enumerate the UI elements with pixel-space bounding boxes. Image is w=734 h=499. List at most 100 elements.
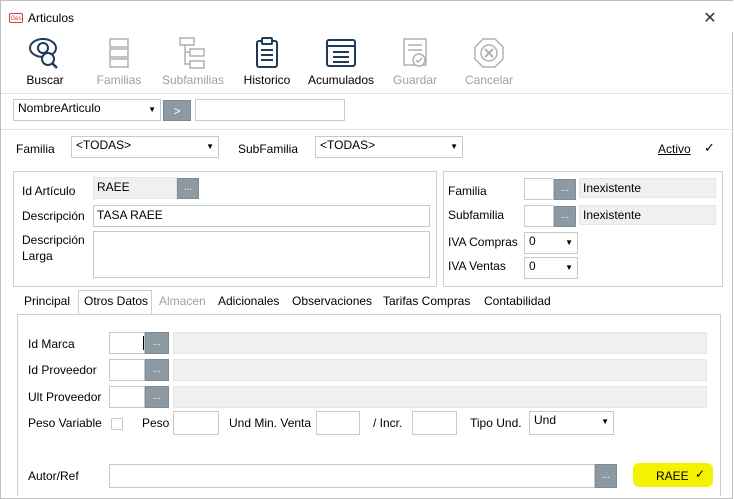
- buscar-button[interactable]: Buscar: [19, 33, 71, 89]
- und-min-venta-input[interactable]: [316, 411, 360, 435]
- chevron-down-icon: ▼: [565, 263, 573, 272]
- familia-filter-select[interactable]: <TODAS> ▼: [71, 136, 219, 158]
- iva-ventas-label: IVA Ventas: [448, 259, 506, 273]
- hierarchy-icon: [179, 37, 205, 69]
- subfamilias-button[interactable]: Subfamilias: [157, 33, 229, 89]
- search-field-select[interactable]: NombreArticulo ▼: [13, 99, 161, 121]
- tab-observaciones[interactable]: Observaciones: [292, 294, 372, 308]
- folders-icon: [109, 38, 129, 68]
- subfamilia-filter-value: <TODAS>: [320, 138, 376, 152]
- buscar-label: Buscar: [26, 73, 64, 87]
- id-proveedor-label: Id Proveedor: [28, 363, 97, 377]
- autor-ref-input[interactable]: [109, 464, 595, 488]
- tab-otros-datos[interactable]: Otros Datos: [84, 294, 148, 308]
- incr-label: / Incr.: [373, 416, 403, 430]
- search-input[interactable]: [195, 99, 345, 121]
- id-marca-label: Id Marca: [28, 337, 75, 351]
- subfamilias-label: Subfamilias: [161, 73, 225, 87]
- subfamilia-filter-label: SubFamilia: [238, 142, 299, 156]
- chevron-down-icon: ▼: [565, 238, 573, 247]
- id-articulo-lookup-button[interactable]: ...: [177, 178, 199, 199]
- peso-variable-checkbox[interactable]: [111, 418, 123, 430]
- iva-ventas-select[interactable]: 0 ▼: [524, 257, 578, 279]
- historico-button[interactable]: Historico: [239, 33, 295, 89]
- tab-almacen[interactable]: Almacen: [159, 294, 206, 308]
- familias-button[interactable]: Familias: [91, 33, 147, 89]
- iva-compras-select[interactable]: 0 ▼: [524, 232, 578, 254]
- acumulados-button[interactable]: Acumulados: [305, 33, 377, 89]
- cancelar-label: Cancelar: [464, 73, 514, 87]
- familia-filter-value: <TODAS>: [76, 138, 132, 152]
- autor-ref-lookup-button[interactable]: ...: [595, 464, 617, 488]
- guardar-label: Guardar: [392, 73, 438, 87]
- id-proveedor-name: [173, 359, 707, 381]
- window-title: Articulos: [28, 11, 75, 25]
- app-icon: Ges: [9, 13, 23, 23]
- raee-label: RAEE: [656, 469, 689, 483]
- descripcion-larga-label-2: Larga: [22, 249, 53, 263]
- autor-ref-label: Autor/Ref: [28, 469, 79, 483]
- table-list-icon: [326, 39, 356, 67]
- search-divider: [1, 129, 734, 130]
- ult-proveedor-name: [173, 386, 707, 408]
- tab-tarifas-compras[interactable]: Tarifas Compras: [383, 294, 470, 308]
- close-icon[interactable]: ✕: [700, 10, 720, 30]
- tipo-und-value: Und: [534, 413, 557, 427]
- activo-label: Activo: [658, 142, 691, 156]
- right-familia-name: Inexistente: [579, 178, 716, 198]
- incr-input[interactable]: [412, 411, 457, 435]
- save-document-icon: [403, 38, 427, 67]
- right-subfamilia-name: Inexistente: [579, 205, 716, 225]
- raee-checkbox[interactable]: ✓: [695, 467, 705, 481]
- id-proveedor-lookup-button[interactable]: ...: [145, 359, 169, 381]
- chevron-down-icon: ▼: [601, 417, 609, 426]
- descripcion-input[interactable]: TASA RAEE: [93, 205, 430, 227]
- tab-adicionales[interactable]: Adicionales: [218, 294, 279, 308]
- cancelar-button[interactable]: Cancelar: [459, 33, 519, 89]
- right-subfamilia-input[interactable]: [524, 205, 554, 227]
- id-proveedor-input[interactable]: [109, 359, 145, 381]
- guardar-button[interactable]: Guardar: [387, 33, 443, 89]
- title-bar: Ges Articulos ✕: [1, 1, 734, 32]
- clipboard-icon: [256, 37, 278, 68]
- acumulados-label: Acumulados: [307, 73, 375, 87]
- peso-label: Peso: [142, 416, 170, 430]
- activo-checkbox[interactable]: ✓: [704, 140, 715, 156]
- chevron-down-icon: ▼: [450, 142, 458, 151]
- right-subfamilia-label: Subfamilia: [448, 208, 505, 222]
- search-go-button[interactable]: >: [163, 100, 191, 121]
- subfamilia-filter-select[interactable]: <TODAS> ▼: [315, 136, 463, 158]
- ult-proveedor-lookup-button[interactable]: ...: [145, 386, 169, 408]
- descripcion-larga-textarea[interactable]: [93, 231, 430, 278]
- descripcion-label: Descripción: [22, 209, 85, 223]
- right-familia-input[interactable]: [524, 178, 554, 200]
- search-eye-icon: [29, 38, 58, 69]
- id-articulo-input[interactable]: RAEE: [93, 177, 177, 199]
- cancel-icon: [474, 38, 504, 68]
- tipo-und-select[interactable]: Und ▼: [529, 411, 614, 435]
- familia-filter-label: Familia: [16, 142, 55, 156]
- id-marca-input[interactable]: [109, 332, 145, 354]
- peso-variable-label: Peso Variable: [28, 416, 102, 430]
- chevron-down-icon: ▼: [206, 142, 214, 151]
- right-subfamilia-lookup-button[interactable]: ...: [554, 206, 576, 227]
- familias-label: Familias: [96, 73, 142, 87]
- descripcion-larga-label-1: Descripción: [22, 233, 85, 247]
- right-familia-label: Familia: [448, 184, 487, 198]
- search-field-value: NombreArticulo: [18, 101, 101, 115]
- peso-input[interactable]: [173, 411, 219, 435]
- iva-compras-label: IVA Compras: [448, 235, 518, 249]
- text-cursor: [143, 336, 144, 350]
- toolbar-divider: [1, 93, 734, 94]
- tab-principal[interactable]: Principal: [24, 294, 70, 308]
- id-marca-name: [173, 332, 707, 354]
- historico-label: Historico: [243, 73, 291, 87]
- ult-proveedor-input[interactable]: [109, 386, 145, 408]
- id-articulo-label: Id Artículo: [22, 184, 76, 198]
- chevron-down-icon: ▼: [148, 105, 156, 114]
- right-familia-lookup-button[interactable]: ...: [554, 179, 576, 200]
- id-marca-lookup-button[interactable]: ...: [145, 332, 169, 354]
- tab-contabilidad[interactable]: Contabilidad: [484, 294, 551, 308]
- und-min-venta-label: Und Min. Venta: [229, 416, 312, 430]
- iva-ventas-value: 0: [529, 259, 536, 273]
